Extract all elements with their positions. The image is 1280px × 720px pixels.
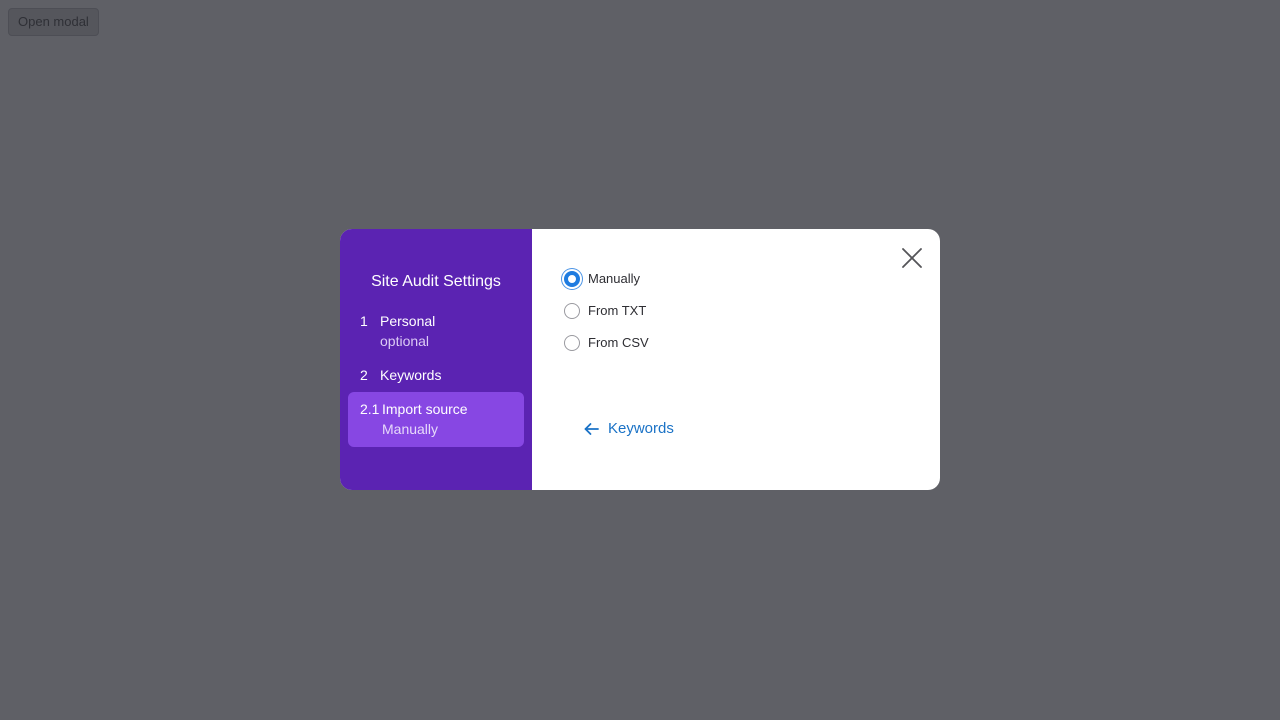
open-modal-button[interactable]: Open modal: [8, 8, 99, 36]
step-number: 1: [360, 313, 368, 329]
radio-option-from-csv[interactable]: From CSV: [564, 331, 649, 355]
back-link-label: Keywords: [608, 420, 674, 437]
step-number: 2: [360, 367, 368, 383]
radio-label: Manually: [588, 271, 641, 286]
step-label: Import source: [382, 401, 468, 417]
radio-button[interactable]: [564, 303, 580, 319]
step-sublabel: Manually: [382, 421, 439, 437]
step-keywords[interactable]: 2 Keywords: [348, 359, 524, 391]
modal-sidebar: Site Audit Settings 1 Personal optional …: [340, 229, 532, 490]
radio-option-from-txt[interactable]: From TXT: [564, 299, 649, 323]
modal-content: Manually From TXT From CSV Keywords: [532, 229, 940, 490]
back-to-keywords-link[interactable]: Keywords: [584, 420, 674, 437]
radio-label: From CSV: [588, 335, 649, 350]
step-number: 2.1: [360, 401, 380, 417]
step-personal[interactable]: 1 Personal optional: [348, 305, 524, 357]
arrow-left-icon: [584, 422, 599, 435]
radio-option-manually[interactable]: Manually: [564, 267, 649, 291]
modal-title: Site Audit Settings: [371, 273, 501, 290]
site-audit-settings-modal: Site Audit Settings 1 Personal optional …: [340, 229, 940, 490]
step-label: Personal: [380, 313, 436, 329]
step-label: Keywords: [380, 367, 442, 383]
radio-label: From TXT: [588, 303, 647, 318]
step-import-source[interactable]: 2.1 Import source Manually: [348, 392, 524, 447]
close-icon: [902, 248, 922, 268]
radio-button[interactable]: [564, 335, 580, 351]
import-source-radio-group: Manually From TXT From CSV: [564, 267, 649, 363]
close-button[interactable]: [900, 246, 924, 270]
radio-button[interactable]: [564, 271, 580, 287]
step-sublabel: optional: [380, 333, 430, 349]
